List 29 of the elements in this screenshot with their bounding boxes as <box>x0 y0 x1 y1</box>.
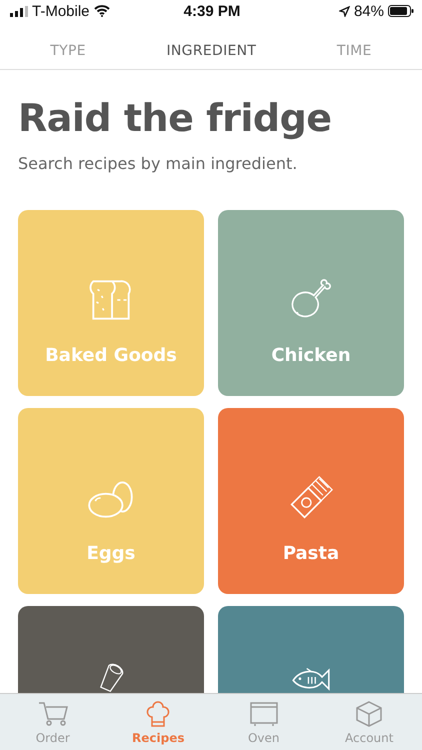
battery-percent: 84% <box>354 2 384 20</box>
category-label: Pasta <box>282 543 340 564</box>
nav-tab[interactable]: Oven <box>211 694 316 750</box>
page-subtitle: Search recipes by main ingredient. <box>18 154 298 173</box>
category-card[interactable] <box>18 606 204 694</box>
battery-icon <box>388 5 414 17</box>
nav-tab[interactable]: Account <box>316 694 422 750</box>
filter-tab[interactable]: INGREDIENT <box>160 43 262 59</box>
category-card[interactable]: Eggs <box>18 408 204 594</box>
filter-tab[interactable]: TYPE <box>44 43 92 59</box>
nav-tab[interactable]: Order <box>0 694 106 750</box>
oven-icon <box>248 701 279 727</box>
signal-icon <box>10 6 28 16</box>
page-title: Raid the fridge <box>18 96 333 140</box>
filter-tab[interactable]: TIME <box>330 43 378 59</box>
cart-icon <box>38 701 68 727</box>
category-label: Baked Goods <box>45 345 177 366</box>
wifi-icon <box>94 5 110 17</box>
category-card[interactable]: Baked Goods <box>18 210 204 396</box>
carrier-name: T-Mobile <box>32 2 90 20</box>
clock-time: 4:39 PM <box>184 2 240 20</box>
category-card[interactable]: Pasta <box>218 408 404 594</box>
category-card[interactable] <box>218 606 404 694</box>
box-icon <box>354 701 384 727</box>
nav-tab[interactable]: Recipes <box>106 694 211 750</box>
location-icon <box>338 6 350 16</box>
category-label: Chicken <box>271 345 351 366</box>
category-label: Eggs <box>86 543 136 564</box>
category-card[interactable]: Chicken <box>218 210 404 396</box>
